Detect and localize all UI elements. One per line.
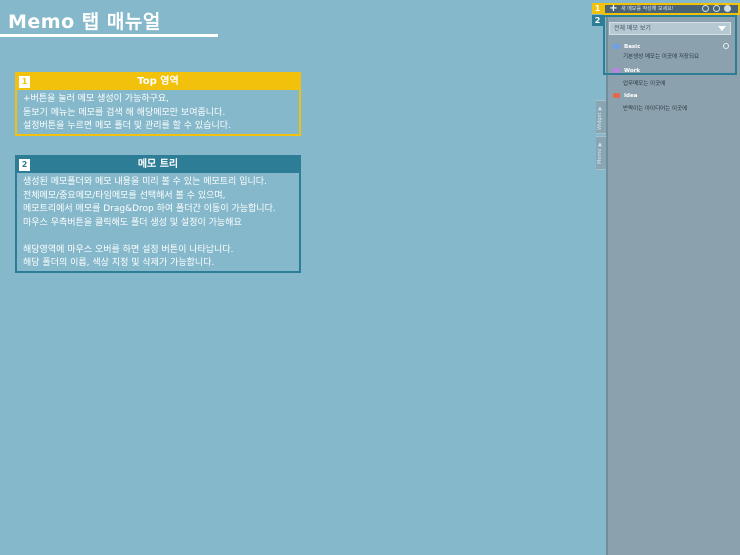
callout-memo-tree: 2 메모 트리 생성된 메모폴더와 메모 내용을 미리 볼 수 있는 메모트리 … (15, 155, 301, 273)
callout-tree-line (23, 230, 293, 244)
callout-tree-line: 해당 폴더의 이름, 색상 지정 및 삭제가 가능합니다. (23, 258, 215, 268)
callout-top-line: 설정버튼을 누르면 메모 폴더 및 관리를 할 수 있습니다. (23, 121, 231, 131)
callout-tree-line: 생성된 메모폴더와 메모 내용을 미리 볼 수 있는 메모트리 입니다. (23, 177, 267, 187)
callout-tree-line: 전체메모/중요메모/타임메모를 선택해서 볼 수 있으며, (23, 190, 226, 201)
memo-tree-badge: 2 (592, 15, 603, 26)
top-area-highlight (603, 3, 740, 15)
tree-folder-idea[interactable]: Idea (613, 92, 637, 100)
callout-top-line: 돋보기 메뉴는 메모를 검색 해 해당메모만 보여줍니다. (23, 107, 226, 118)
callout-top-number: 1 (19, 76, 30, 88)
top-area-badge: 1 (592, 3, 603, 14)
callout-top-area: 1 Top 영역 +버튼을 눌러 메모 생성이 가능하구요, 돋보기 메뉴는 메… (15, 72, 301, 136)
memo-tree-highlight (603, 15, 737, 75)
callout-top-line: +버튼을 눌러 메모 생성이 가능하구요, (23, 94, 170, 104)
callout-top-header: 1 Top 영역 (17, 74, 299, 90)
tree-memo-item[interactable]: 업무메모는 이곳에 (623, 80, 665, 88)
callout-tree-number: 2 (19, 159, 30, 171)
folder-color-dot (613, 93, 620, 98)
callout-tree-line: 마우스 우측버튼을 클릭해도 폴더 생성 및 설정이 가능해요 (23, 217, 242, 228)
tree-folder-label: Idea (624, 93, 638, 99)
callout-tree-line: 해당영역에 마우스 오버를 하면 설정 버튼이 나타납니다. (23, 244, 234, 255)
callout-top-heading: Top 영역 (137, 76, 179, 87)
page-title: Memo 탭 매뉴얼 (8, 11, 161, 33)
title-underline (0, 34, 218, 37)
callout-tree-line: 메모트리에서 메모를 Drag&Drop 하여 폴더간 이동이 가능합니다. (23, 204, 276, 214)
callout-top-body: +버튼을 눌러 메모 생성이 가능하구요, 돋보기 메뉴는 메모를 검색 해 해… (17, 90, 299, 138)
callout-tree-body: 생성된 메모폴더와 메모 내용을 미리 볼 수 있는 메모트리 입니다. 전체메… (17, 173, 299, 275)
callout-tree-header: 2 메모 트리 (17, 157, 299, 173)
callout-tree-heading: 메모 트리 (137, 159, 179, 170)
tree-memo-item[interactable]: 반짝이는 아이디어는 이곳에 (623, 105, 687, 113)
